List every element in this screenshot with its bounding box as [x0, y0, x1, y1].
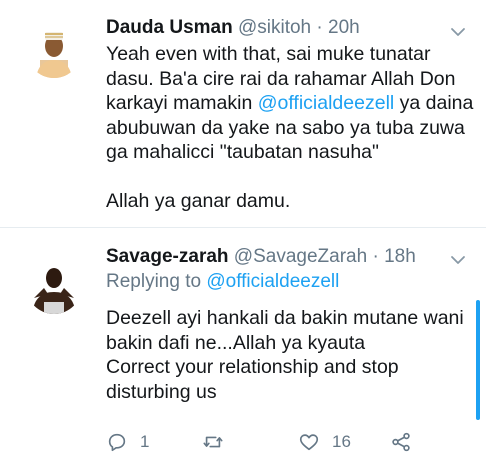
reply-icon	[108, 433, 126, 452]
like-count: 16	[332, 432, 351, 451]
chevron-down-icon[interactable]	[450, 254, 466, 266]
scrollbar[interactable]	[476, 300, 480, 420]
retweet-button[interactable]	[202, 430, 224, 454]
tweet-text: Deezell ayi hankali da bakin mutane wani…	[106, 307, 464, 403]
avatar-image	[26, 258, 82, 314]
share-icon	[392, 432, 410, 452]
tweet-actions: 1 16	[106, 430, 476, 454]
replying-label: Replying to	[106, 271, 207, 292]
tweet[interactable]: Savage-zarah @SavageZarah · 18h Replying…	[0, 0, 486, 457]
heart-icon	[299, 434, 319, 451]
display-name[interactable]: Savage-zarah	[106, 246, 229, 267]
tweet-header: Savage-zarah @SavageZarah · 18h	[106, 245, 416, 269]
reply-button[interactable]: 1	[106, 430, 149, 454]
handle[interactable]: @SavageZarah	[234, 246, 367, 267]
mention-link[interactable]: @officialdeezell	[206, 271, 339, 292]
avatar[interactable]	[26, 258, 82, 314]
separator: ·	[372, 246, 379, 267]
share-button[interactable]	[390, 430, 412, 454]
replying-to: Replying to @officialdeezell	[106, 270, 339, 294]
reply-count: 1	[140, 432, 150, 451]
like-button[interactable]: 16	[298, 430, 351, 454]
timestamp[interactable]: 18h	[384, 246, 416, 267]
retweet-icon	[203, 436, 223, 448]
